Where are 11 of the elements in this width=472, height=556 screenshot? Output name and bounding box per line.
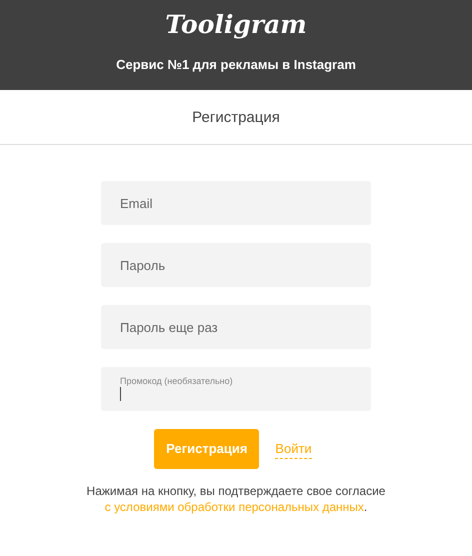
consent-text: Нажимая на кнопку, вы подтверждаете свое согласие с условиями обработки персональных данных. — [86, 483, 386, 515]
tagline: Сервис №1 для рекламы в Instagram — [115, 56, 357, 74]
login-link[interactable]: Войти — [275, 438, 312, 460]
input-field[interactable]: Пароль еще раз — [101, 305, 371, 349]
input-field[interactable]: Email — [101, 181, 371, 225]
input-field[interactable]: Промокод (необязательно) — [101, 367, 371, 411]
page-title: Регистрация — [192, 109, 280, 126]
input-field[interactable]: Пароль — [101, 243, 371, 287]
terms-link[interactable]: с условиями обработки персональных данных — [104, 500, 364, 514]
logo: Tooligram — [164, 9, 308, 41]
register-button[interactable]: Регистрация — [154, 429, 260, 469]
